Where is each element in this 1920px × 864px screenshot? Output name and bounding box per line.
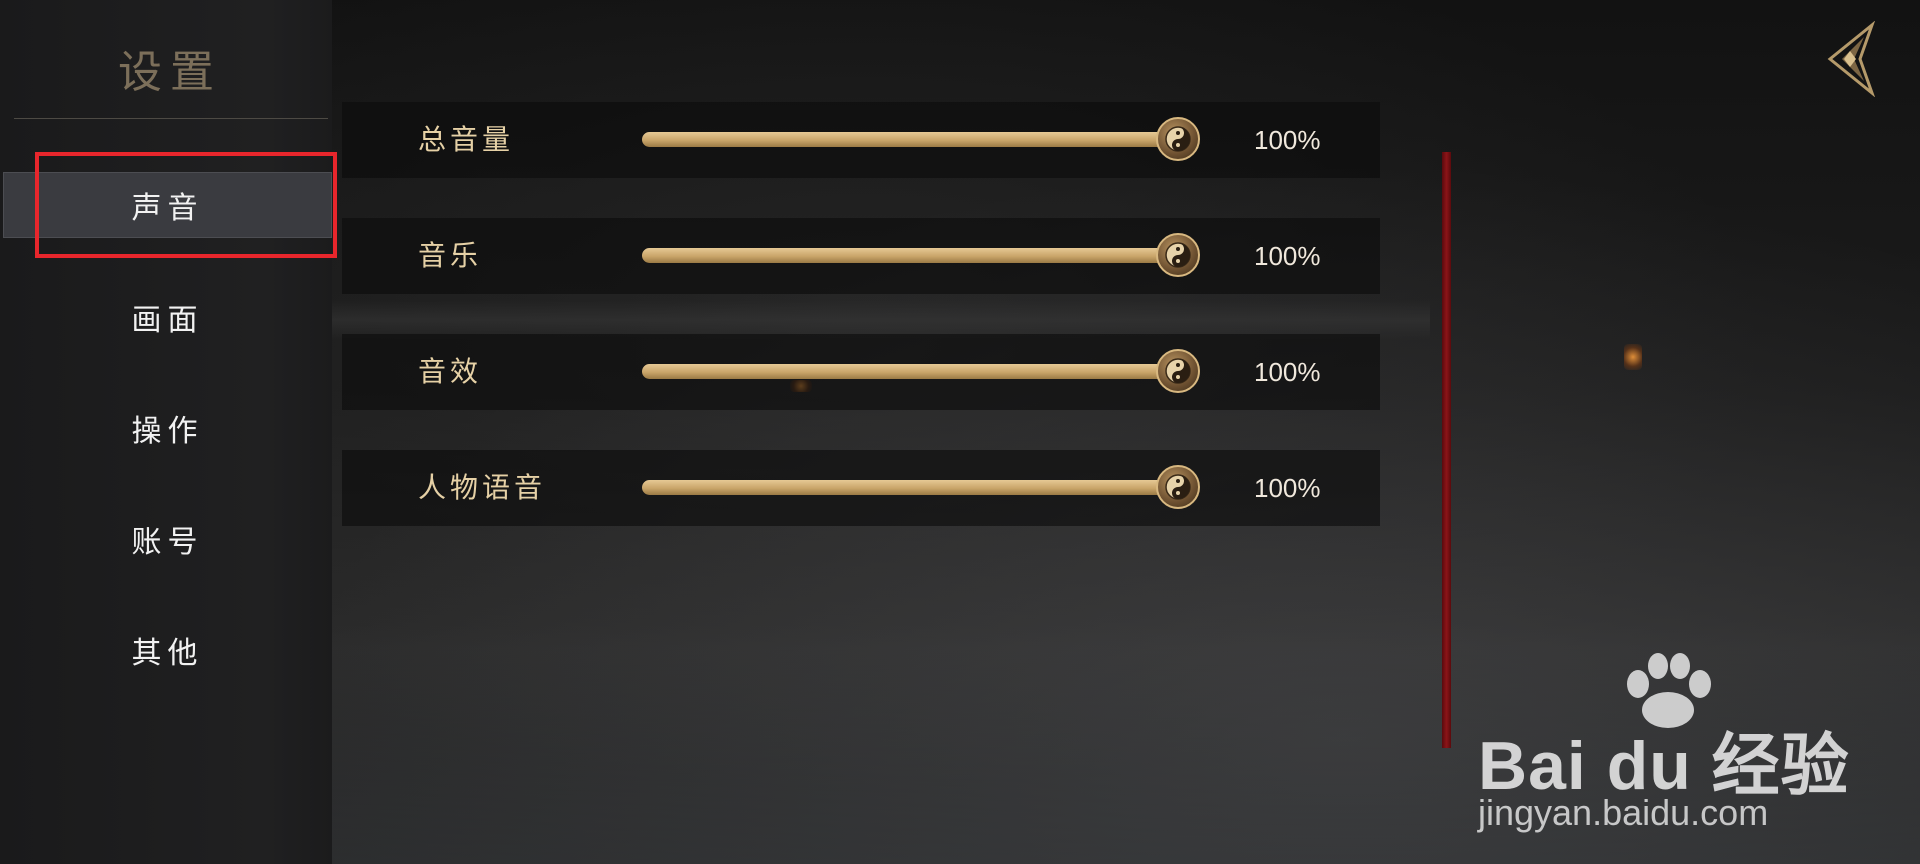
setting-value: 100% bbox=[1254, 357, 1321, 387]
sidebar-item-other[interactable]: 其他 bbox=[3, 617, 332, 683]
setting-value: 100% bbox=[1254, 473, 1321, 503]
character-voice-slider[interactable] bbox=[642, 465, 1200, 509]
setting-value: 100% bbox=[1254, 125, 1321, 155]
slider-fill bbox=[642, 364, 1182, 379]
setting-label: 音效 bbox=[418, 355, 483, 388]
settings-sidebar: 设置 声音 画面 操作 账号 其他 bbox=[0, 0, 332, 864]
setting-row-music: 音乐 100% bbox=[342, 218, 1380, 294]
setting-label: 人物语音 bbox=[418, 471, 547, 504]
selection-highlight-box bbox=[35, 152, 337, 258]
baidu-jingyan-watermark: Bai du 经验 jingyan.baidu.com bbox=[1468, 652, 1898, 833]
yin-yang-icon[interactable] bbox=[1156, 233, 1200, 277]
slider-fill bbox=[642, 480, 1182, 495]
yin-yang-icon[interactable] bbox=[1156, 349, 1200, 393]
background-lantern bbox=[1624, 344, 1642, 370]
setting-row-master-volume: 总音量 100% bbox=[342, 102, 1380, 178]
back-button[interactable] bbox=[1818, 20, 1882, 98]
setting-row-character-voice: 人物语音 100% bbox=[342, 450, 1380, 526]
watermark-url: jingyan.baidu.com bbox=[1478, 792, 1769, 833]
yin-yang-icon[interactable] bbox=[1156, 117, 1200, 161]
music-slider[interactable] bbox=[642, 233, 1200, 277]
slider-fill bbox=[642, 132, 1182, 147]
sidebar-item-account[interactable]: 账号 bbox=[3, 506, 332, 572]
slider-fill bbox=[642, 248, 1182, 263]
back-arrow-icon bbox=[1827, 21, 1876, 97]
sidebar-divider bbox=[14, 118, 328, 119]
setting-label: 音乐 bbox=[418, 239, 483, 272]
scrollbar[interactable] bbox=[1442, 152, 1451, 748]
setting-row-sound-effects: 音效 100% bbox=[342, 334, 1380, 410]
sound-effects-slider[interactable] bbox=[642, 349, 1200, 393]
setting-value: 100% bbox=[1254, 241, 1321, 271]
sidebar-item-display[interactable]: 画面 bbox=[3, 284, 332, 350]
page-title: 设置 bbox=[118, 47, 222, 98]
yin-yang-icon[interactable] bbox=[1156, 465, 1200, 509]
sidebar-item-controls[interactable]: 操作 bbox=[3, 395, 332, 461]
setting-label: 总音量 bbox=[418, 123, 515, 156]
master-volume-slider[interactable] bbox=[642, 117, 1200, 161]
